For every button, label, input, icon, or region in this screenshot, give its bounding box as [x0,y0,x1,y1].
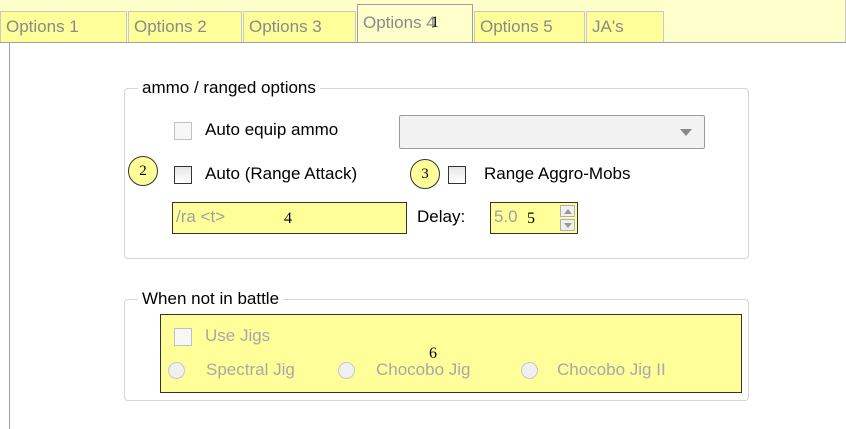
callout-3: 3 [410,159,440,189]
delay-value: 5.0 [494,207,518,226]
range-aggro-mobs-label: Range Aggro-Mobs [484,164,631,183]
auto-range-attack-checkbox[interactable] [174,166,192,184]
tab-label: Options 2 [134,17,207,36]
chocobo-jig-ii-radio[interactable] [521,362,538,379]
tab-label: Options 1 [6,17,79,36]
tab-options-4[interactable]: Options 4 [357,4,473,43]
tab-options-5[interactable]: Options 5 [474,11,585,42]
ammo-ranged-legend: ammo / ranged options [138,78,320,98]
callout-5: 5 [527,210,535,227]
ranged-command-value: /ra <t> [176,207,226,226]
chocobo-jig-radio[interactable] [338,362,355,379]
tab-label: JA's [592,17,624,36]
tab-options-2[interactable]: Options 2 [128,11,242,42]
battle-legend: When not in battle [138,289,284,309]
chocobo-jig-label: Chocobo Jig [376,360,471,379]
tab-baseline [0,42,846,43]
spectral-jig-label: Spectral Jig [206,360,295,379]
stepper-up-icon[interactable] [560,205,575,217]
tab-options-3[interactable]: Options 3 [243,11,356,42]
tab-label: Options 4 [363,13,436,32]
auto-range-attack-label: Auto (Range Attack) [205,164,358,183]
ammo-dropdown[interactable] [399,115,705,149]
range-aggro-mobs-checkbox[interactable] [448,166,466,184]
callout-1: 1 [431,14,439,31]
tab-strip: Options 1 Options 2 Options 3 Options 4 … [0,0,846,43]
auto-equip-ammo-label: Auto equip ammo [205,120,339,139]
tab-jas[interactable]: JA's [586,11,664,42]
tab-label: Options 5 [480,17,553,36]
use-jigs-label: Use Jigs [205,326,271,345]
callout-2: 2 [128,156,158,186]
spectral-jig-radio[interactable] [168,362,185,379]
use-jigs-checkbox[interactable] [174,328,192,346]
callout-6: 6 [429,345,437,362]
auto-equip-ammo-checkbox[interactable] [174,122,192,140]
page-border [9,43,10,429]
chocobo-jig-ii-label: Chocobo Jig II [557,360,666,379]
tab-label: Options 3 [249,17,322,36]
stepper-down-icon[interactable] [560,219,575,231]
tab-options-1[interactable]: Options 1 [0,11,127,42]
delay-label: Delay: [417,207,466,226]
callout-4: 4 [284,210,292,227]
chevron-down-icon [680,129,692,136]
